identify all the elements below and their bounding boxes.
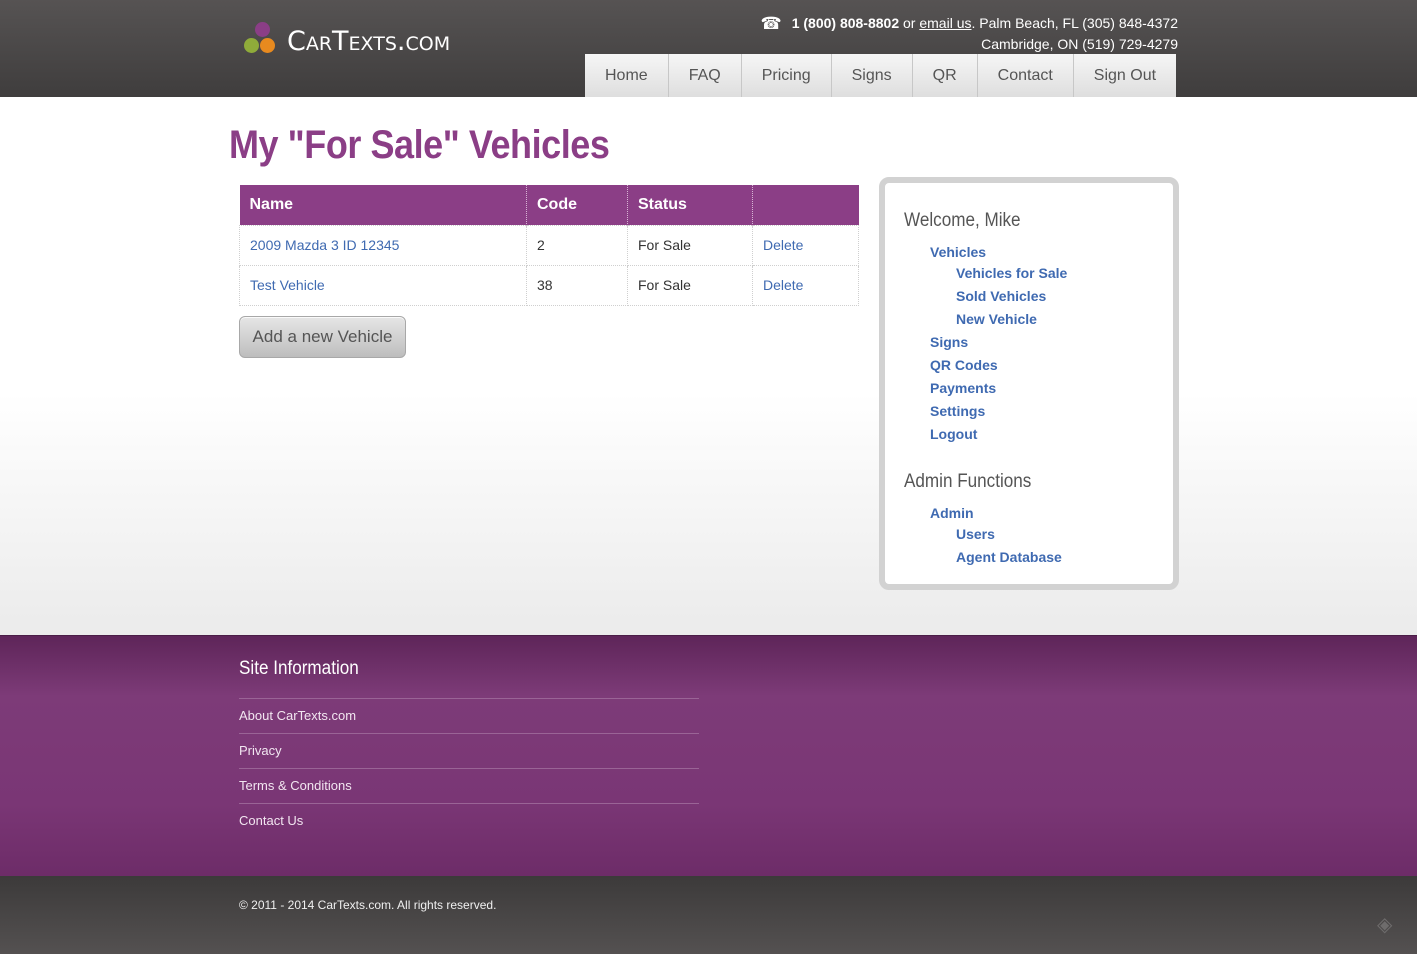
contact-info: ☎ 1 (800) 808-8802 or email us. Palm Beac… — [761, 13, 1178, 55]
vehicles-table: Name Code Status 2009 Mazda 3 ID 12345 2… — [239, 185, 859, 306]
vehicle-name-link[interactable]: Test Vehicle — [250, 277, 325, 293]
vehicle-action-cell: Delete — [752, 224, 859, 266]
vehicle-name-cell: Test Vehicle — [239, 264, 527, 306]
corner-arrow-icon[interactable]: ◈ — [1377, 914, 1399, 936]
logo-dot-green — [244, 38, 259, 53]
contact-line-2: Cambridge, ON (519) 729-4279 — [981, 36, 1178, 52]
sidebar-link-payments[interactable]: Payments — [930, 380, 996, 396]
table-header-row: Name Code Status — [239, 185, 859, 225]
sidebar-link-sold-vehicles[interactable]: Sold Vehicles — [956, 288, 1046, 304]
delete-link[interactable]: Delete — [763, 237, 803, 253]
sidebar-link-agent-database[interactable]: Agent Database — [956, 549, 1062, 565]
site-information-heading: Site Information — [239, 658, 359, 679]
nav-sign-out[interactable]: Sign Out — [1073, 54, 1177, 97]
nav-faq[interactable]: FAQ — [668, 54, 742, 97]
welcome-heading: Welcome, Mike — [904, 210, 1021, 231]
or-text: or — [899, 15, 920, 31]
logo-text: CarTexts.com — [287, 26, 451, 57]
footer-link-terms[interactable]: Terms & Conditions — [239, 768, 699, 803]
sidebar-link-settings[interactable]: Settings — [930, 403, 985, 419]
table-row: 2009 Mazda 3 ID 12345 2 For Sale Delete — [239, 224, 859, 266]
vehicle-code-cell: 38 — [526, 264, 628, 306]
nav-signs[interactable]: Signs — [831, 54, 913, 97]
sidebar-link-signs[interactable]: Signs — [930, 334, 968, 350]
nav-home[interactable]: Home — [585, 54, 669, 97]
nav-contact[interactable]: Contact — [977, 54, 1074, 97]
nav-qr[interactable]: QR — [912, 54, 978, 97]
nav-pricing[interactable]: Pricing — [741, 54, 832, 97]
vehicle-status-cell: For Sale — [627, 224, 753, 266]
logo-dot-orange — [260, 38, 275, 53]
sidebar-link-logout[interactable]: Logout — [930, 426, 977, 442]
vehicle-name-link[interactable]: 2009 Mazda 3 ID 12345 — [250, 237, 399, 253]
page-title: My "For Sale" Vehicles — [229, 123, 610, 167]
site-header: CarTexts.com ☎ 1 (800) 808-8802 or email … — [0, 0, 1417, 97]
site-footer: Site Information About CarTexts.com Priv… — [0, 635, 1417, 876]
column-header-status: Status — [627, 185, 753, 225]
sidebar-link-new-vehicle[interactable]: New Vehicle — [956, 311, 1037, 327]
phone-number: 1 (800) 808-8802 — [791, 15, 900, 31]
admin-functions-heading: Admin Functions — [904, 471, 1032, 492]
sidebar-link-vehicles-for-sale[interactable]: Vehicles for Sale — [956, 265, 1067, 281]
cartexts-logo[interactable]: CarTexts.com — [244, 22, 484, 62]
vehicle-code-cell: 2 — [526, 224, 628, 266]
telephone-icon: ☎ — [760, 14, 782, 33]
main-nav: Home FAQ Pricing Signs QR Contact Sign O… — [585, 54, 1177, 97]
column-header-name: Name — [239, 185, 527, 225]
sidebar-link-admin[interactable]: Admin — [930, 505, 974, 521]
footer-link-about[interactable]: About CarTexts.com — [239, 698, 699, 733]
vehicle-action-cell: Delete — [752, 264, 859, 306]
copyright-bar: © 2011 - 2014 CarTexts.com. All rights r… — [0, 876, 1417, 954]
vehicle-status-cell: For Sale — [627, 264, 753, 306]
column-header-code: Code — [526, 185, 628, 225]
logo-dot-purple — [255, 22, 270, 37]
copyright-text: © 2011 - 2014 CarTexts.com. All rights r… — [239, 898, 497, 912]
vehicle-name-cell: 2009 Mazda 3 ID 12345 — [239, 224, 527, 266]
email-us-link[interactable]: email us — [919, 15, 971, 31]
sidebar-link-users[interactable]: Users — [956, 526, 995, 542]
footer-links: About CarTexts.com Privacy Terms & Condi… — [239, 698, 699, 838]
contact-line-1: ☎ 1 (800) 808-8802 or email us. Palm Beac… — [761, 13, 1178, 34]
sidebar-link-vehicles[interactable]: Vehicles — [930, 244, 986, 260]
palm-beach-location: . Palm Beach, FL (305) 848-4372 — [971, 15, 1179, 31]
table-row: Test Vehicle 38 For Sale Delete — [239, 264, 859, 306]
account-sidebar: Welcome, Mike Vehicles Vehicles for Sale… — [879, 177, 1179, 590]
add-new-vehicle-button[interactable]: Add a new Vehicle — [239, 316, 406, 358]
column-header-actions — [752, 185, 859, 225]
delete-link[interactable]: Delete — [763, 277, 803, 293]
sidebar-link-qr-codes[interactable]: QR Codes — [930, 357, 998, 373]
footer-link-contact-us[interactable]: Contact Us — [239, 803, 699, 838]
main-content: My "For Sale" Vehicles Name Code Status … — [0, 97, 1417, 635]
footer-link-privacy[interactable]: Privacy — [239, 733, 699, 768]
